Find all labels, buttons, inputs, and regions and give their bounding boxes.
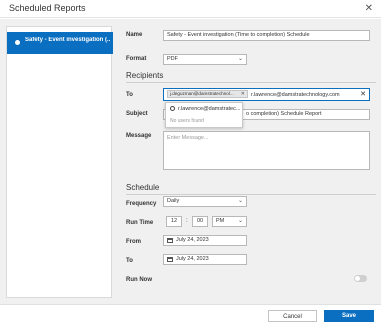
from-label: From: [126, 239, 141, 245]
ampm-value: PM: [216, 218, 225, 224]
toggle-knob: [355, 276, 360, 281]
calendar-icon: [167, 257, 173, 262]
run-time-label: Run Time: [126, 220, 154, 226]
report-list-item-label: Safety - Event investigation (...: [25, 37, 110, 43]
selected-dot-icon: [15, 40, 20, 45]
schedule-divider: [126, 194, 376, 195]
suggestion-label: r.lawrence@damstratec...: [178, 106, 241, 112]
to-date-value: July 24, 2023: [176, 256, 209, 262]
hour-input[interactable]: 12: [166, 216, 182, 227]
no-users-message: No users found: [170, 118, 204, 124]
user-icon: [170, 106, 175, 111]
dialog-body: Safety - Event investigation (... Name S…: [0, 19, 381, 304]
report-list-item-selected[interactable]: Safety - Event investigation (...: [7, 32, 113, 54]
dialog-header: Scheduled Reports ✕: [0, 0, 381, 18]
to-recipients-input[interactable]: j.deguzman@damstratechnol... ✕ r.lawrenc…: [163, 88, 370, 101]
frequency-value: Daily: [167, 198, 180, 204]
save-button[interactable]: Save: [324, 310, 374, 322]
schedule-heading: Schedule: [126, 183, 160, 192]
recipients-divider: [126, 82, 376, 83]
frequency-label: Frequency: [126, 201, 157, 207]
ampm-select[interactable]: PM ⌄: [212, 216, 247, 227]
message-textarea[interactable]: Enter Message...: [163, 131, 370, 170]
to-label: To: [126, 92, 133, 98]
dialog-title: Scheduled Reports: [9, 3, 86, 13]
report-list: Safety - Event investigation (...: [6, 26, 113, 298]
calendar-icon: [167, 238, 173, 243]
name-label: Name: [126, 32, 143, 38]
recipient-suggestions: r.lawrence@damstratec... No users found: [165, 102, 243, 128]
remove-chip-icon[interactable]: ✕: [241, 91, 245, 97]
time-separator: :: [186, 218, 188, 224]
format-label: Format: [126, 56, 147, 62]
message-label: Message: [126, 133, 152, 139]
frequency-select[interactable]: Daily ⌄: [163, 196, 247, 207]
chevron-down-icon: ⌄: [237, 218, 243, 224]
to-date-label: To: [126, 258, 133, 264]
dialog-footer: Cancel Save: [0, 304, 381, 326]
format-value: PDF: [167, 56, 178, 62]
subject-label: Subject: [126, 111, 148, 117]
report-form: Name Safety - Event investigation (Time …: [118, 19, 377, 304]
cancel-button[interactable]: Cancel: [268, 310, 317, 322]
run-now-label: Run Now: [126, 277, 152, 283]
suggestion-item[interactable]: r.lawrence@damstratec...: [170, 106, 240, 112]
minute-input[interactable]: 00: [192, 216, 208, 227]
from-date-input[interactable]: July 24, 2023: [163, 235, 247, 246]
run-now-toggle[interactable]: [354, 275, 367, 282]
clear-icon[interactable]: ✕: [360, 90, 366, 99]
recipients-heading: Recipients: [126, 71, 164, 80]
recipient-chip: j.deguzman@damstratechnol... ✕: [167, 90, 248, 98]
name-input[interactable]: Safety - Event investigation (Time to co…: [163, 30, 370, 41]
to-typed-text: r.lawrence@damstratechnology.com: [251, 92, 340, 98]
chevron-down-icon: ⌄: [237, 198, 243, 204]
from-date-value: July 24, 2023: [176, 237, 209, 243]
to-date-input[interactable]: July 24, 2023: [163, 254, 247, 265]
recipient-chip-label: j.deguzman@damstratechnol...: [170, 91, 234, 96]
close-icon[interactable]: ✕: [365, 3, 373, 14]
format-select[interactable]: PDF ⌄: [163, 54, 247, 65]
chevron-down-icon: ⌄: [237, 56, 243, 62]
